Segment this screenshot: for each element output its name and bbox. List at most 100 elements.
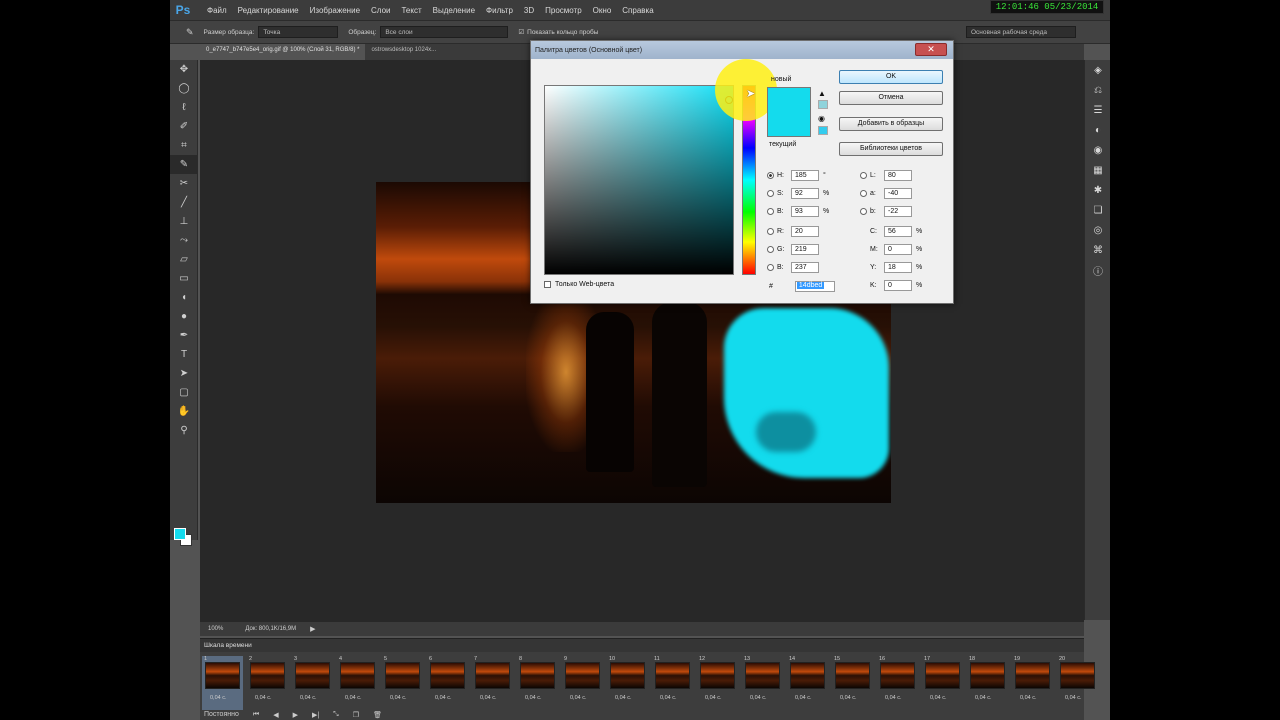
gamut-warning-icon[interactable]: ▲ bbox=[818, 89, 826, 98]
frame-delay[interactable]: 0,04 с. bbox=[210, 695, 227, 701]
cancel-button[interactable]: Отмена bbox=[839, 91, 943, 105]
menu-view[interactable]: Просмотр bbox=[545, 6, 582, 15]
menu-window[interactable]: Окно bbox=[593, 6, 612, 15]
layers-panel-icon[interactable]: ❏ bbox=[1085, 200, 1110, 220]
delete-frame-icon[interactable]: 🗑 bbox=[373, 711, 382, 719]
menu-image[interactable]: Изображение bbox=[310, 6, 360, 15]
field-input-b[interactable]: 93 bbox=[791, 205, 819, 217]
tab-document-active[interactable]: 0_e7747_b747e5e4_orig.gif @ 100% (Слой 3… bbox=[200, 44, 366, 60]
frame-delay[interactable]: 0,04 с. bbox=[885, 695, 902, 701]
web-only-checkbox[interactable] bbox=[544, 281, 551, 288]
frame-delay[interactable]: 0,04 с. bbox=[345, 695, 362, 701]
prev-frame-icon[interactable]: ◀ bbox=[273, 711, 278, 719]
history-brush-icon[interactable]: ⤳ bbox=[170, 231, 198, 250]
frame-delay[interactable]: 0,04 с. bbox=[750, 695, 767, 701]
dodge-tool-icon[interactable]: ● bbox=[170, 307, 198, 326]
timeline-frame[interactable]: 2 0,04 с. bbox=[247, 656, 288, 710]
frame-delay[interactable]: 0,04 с. bbox=[570, 695, 587, 701]
timeline-frame[interactable]: 5 0,04 с. bbox=[382, 656, 423, 710]
hex-input[interactable]: 14dbed bbox=[794, 281, 835, 292]
menu-help[interactable]: Справка bbox=[622, 6, 653, 15]
timeline-frame[interactable]: 12 0,04 с. bbox=[697, 656, 738, 710]
timeline-frame[interactable]: 6 0,04 с. bbox=[427, 656, 468, 710]
styles-panel-icon[interactable]: ✱ bbox=[1085, 180, 1110, 200]
menu-edit[interactable]: Редактирование bbox=[238, 6, 299, 15]
frame-delay[interactable]: 0,04 с. bbox=[300, 695, 317, 701]
properties-panel-icon[interactable]: ☰ bbox=[1085, 100, 1110, 120]
adjustments-panel-icon[interactable]: ◐ bbox=[1085, 120, 1110, 140]
frame-delay[interactable]: 0,04 с. bbox=[705, 695, 722, 701]
frame-delay[interactable]: 0,04 с. bbox=[480, 695, 497, 701]
frame-delay[interactable]: 0,04 с. bbox=[660, 695, 677, 701]
frame-delay[interactable]: 0,04 с. bbox=[1020, 695, 1037, 701]
frame-delay[interactable]: 0,04 с. bbox=[840, 695, 857, 701]
timeline-frame[interactable]: 10 0,04 с. bbox=[607, 656, 648, 710]
eyedropper-tool-icon[interactable]: ✎ bbox=[170, 155, 198, 174]
radio-l[interactable] bbox=[860, 171, 867, 179]
frame-delay[interactable]: 0,04 с. bbox=[615, 695, 632, 701]
frame-delay[interactable]: 0,04 с. bbox=[255, 695, 272, 701]
move-tool-icon[interactable]: ✥ bbox=[170, 60, 198, 79]
brush-tool-icon[interactable]: ╱ bbox=[170, 193, 198, 212]
field-input-blue[interactable]: 237 bbox=[791, 261, 819, 273]
status-arrow-icon[interactable]: ▶ bbox=[310, 625, 315, 633]
menu-layers[interactable]: Слои bbox=[371, 6, 390, 15]
radio-b[interactable] bbox=[767, 207, 774, 215]
sample-size-select[interactable]: Точка bbox=[258, 26, 339, 38]
shape-tool-icon[interactable]: ▢ bbox=[170, 383, 198, 402]
field-input-r[interactable]: 20 bbox=[791, 225, 819, 237]
eraser-tool-icon[interactable]: ▱ bbox=[170, 250, 198, 269]
field-input-h[interactable]: 185 bbox=[791, 169, 819, 181]
show-ring-checkbox[interactable]: ☑ bbox=[518, 28, 524, 36]
field-input-c[interactable]: 56 bbox=[884, 225, 912, 237]
foreground-color-swatch[interactable] bbox=[174, 528, 186, 540]
timeline-frame[interactable]: 18 0,04 с. bbox=[967, 656, 1008, 710]
lasso-tool-icon[interactable]: ℓ bbox=[170, 98, 198, 117]
first-frame-icon[interactable]: ⏮ bbox=[253, 711, 259, 719]
timeline-frame[interactable]: 20 0,04 с. bbox=[1057, 656, 1098, 710]
close-button[interactable]: ✕ bbox=[915, 43, 947, 56]
field-input-lab-b[interactable]: -22 bbox=[884, 205, 912, 217]
frame-delay[interactable]: 0,04 с. bbox=[435, 695, 452, 701]
color-libraries-button[interactable]: Библиотеки цветов bbox=[839, 142, 943, 156]
field-input-k[interactable]: 0 bbox=[884, 279, 912, 291]
healing-tool-icon[interactable]: ✂ bbox=[170, 174, 198, 193]
menu-filter[interactable]: Фильтр bbox=[486, 6, 513, 15]
frame-delay[interactable]: 0,04 с. bbox=[795, 695, 812, 701]
workspace-select[interactable]: Основная рабочая среда bbox=[966, 26, 1076, 38]
blur-tool-icon[interactable]: ◖ bbox=[170, 288, 198, 307]
timeline-frame[interactable]: 17 0,04 с. bbox=[922, 656, 963, 710]
new-frame-icon[interactable]: ❐ bbox=[353, 711, 359, 719]
marquee-tool-icon[interactable]: ◯ bbox=[170, 79, 198, 98]
tab-document-2[interactable]: ostrowsdesktop 1024х... bbox=[365, 44, 442, 60]
field-input-a[interactable]: -40 bbox=[884, 187, 912, 199]
radio-lab-b[interactable] bbox=[860, 207, 867, 215]
timeline-frame[interactable]: 16 0,04 с. bbox=[877, 656, 918, 710]
frame-delay[interactable]: 0,04 с. bbox=[1065, 695, 1082, 701]
eyedropper-icon[interactable]: ✎ bbox=[186, 27, 194, 38]
tween-icon[interactable]: ⤡ bbox=[333, 711, 339, 719]
ok-button[interactable]: OK bbox=[839, 70, 943, 84]
radio-blue[interactable] bbox=[767, 263, 774, 271]
color-panel-icon[interactable]: ◉ bbox=[1085, 140, 1110, 160]
quick-select-tool-icon[interactable]: ✐ bbox=[170, 117, 198, 136]
radio-a[interactable] bbox=[860, 189, 867, 197]
web-safe-icon[interactable]: ◉ bbox=[818, 114, 825, 123]
gradient-tool-icon[interactable]: ▭ bbox=[170, 269, 198, 288]
menu-3d[interactable]: 3D bbox=[524, 6, 534, 15]
play-icon[interactable]: ▶ bbox=[293, 711, 298, 719]
hand-tool-icon[interactable]: ✋ bbox=[170, 402, 198, 421]
timeline-frame[interactable]: 19 0,04 с. bbox=[1012, 656, 1053, 710]
radio-g[interactable] bbox=[767, 245, 774, 253]
timeline-frame[interactable]: 1 0,04 с. bbox=[202, 656, 243, 710]
timeline-frame[interactable]: 14 0,04 с. bbox=[787, 656, 828, 710]
timeline-frame[interactable]: 11 0,04 с. bbox=[652, 656, 693, 710]
zoom-tool-icon[interactable]: ⚲ bbox=[170, 421, 198, 440]
paths-panel-icon[interactable]: ⌘ bbox=[1085, 240, 1110, 260]
timeline-frame[interactable]: 3 0,04 с. bbox=[292, 656, 333, 710]
gamut-swatch[interactable] bbox=[818, 100, 828, 109]
field-input-g[interactable]: 219 bbox=[791, 243, 819, 255]
next-frame-icon[interactable]: ▶| bbox=[312, 711, 319, 719]
timeline-frame[interactable]: 15 0,04 с. bbox=[832, 656, 873, 710]
timeline-frame[interactable]: 8 0,04 с. bbox=[517, 656, 558, 710]
